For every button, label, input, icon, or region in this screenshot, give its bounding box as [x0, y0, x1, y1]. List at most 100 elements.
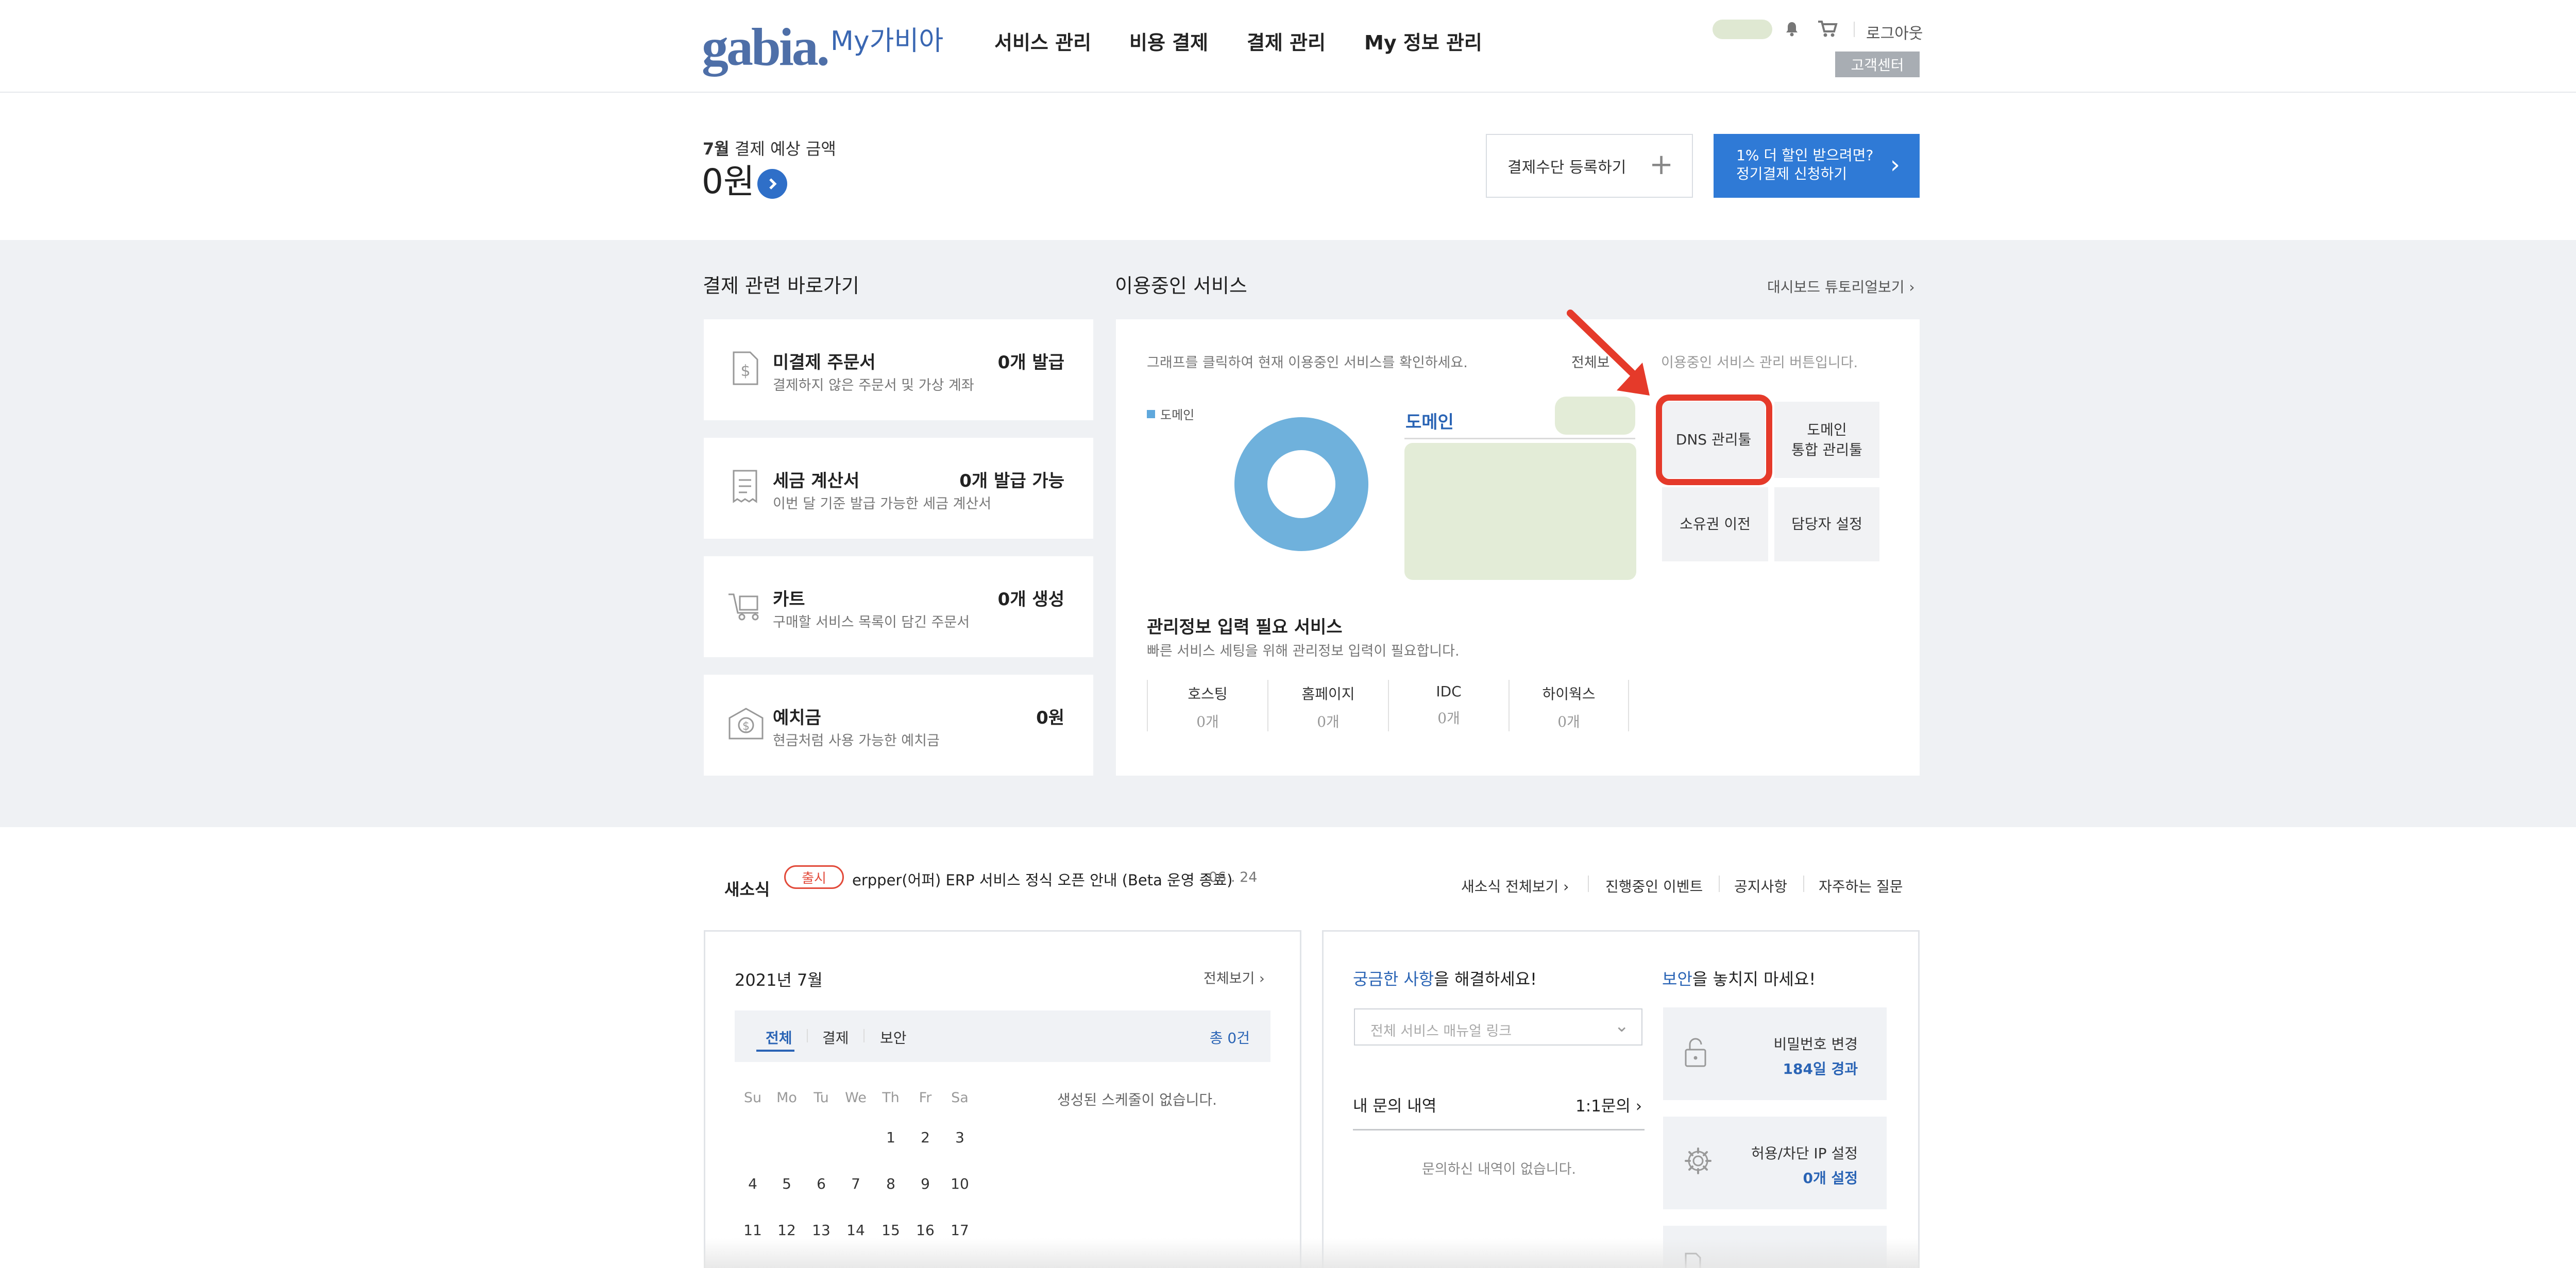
calendar-day[interactable]: 5 [770, 1175, 804, 1192]
calendar-day[interactable]: 12 [770, 1222, 804, 1239]
shortcut-desc: 현금처럼 사용 가능한 예치금 [773, 733, 940, 749]
chevron-right-icon: › [1635, 1097, 1642, 1116]
domain-integrated-management-button[interactable]: 도메인 통합 관리툴 [1774, 402, 1879, 478]
calendar-day[interactable]: 2 [908, 1129, 942, 1146]
calendar-day[interactable]: 14 [839, 1222, 873, 1239]
nav-my-info-management[interactable]: My 정보 관리 [1364, 33, 1482, 53]
payment-shortcuts-title: 결제 관련 바로가기 [703, 275, 859, 297]
tab-payment[interactable]: 결제 [822, 1027, 849, 1048]
shortcut-unpaid-orders[interactable]: $ 미결제 주문서 결제하지 않은 주문서 및 가상 계좌 0개 발급 [704, 319, 1093, 420]
calendar-day[interactable]: 6 [804, 1175, 838, 1192]
security-title: 보안을 놓치지 마세요! [1662, 966, 1816, 990]
calendar-day[interactable]: 8 [874, 1175, 908, 1192]
calendar-day[interactable]: 11 [736, 1222, 770, 1239]
shortcut-title: 세금 계산서 [773, 471, 860, 491]
faq-link[interactable]: 자주하는 질문 [1819, 876, 1903, 896]
nav-service-management[interactable]: 서비스 관리 [994, 33, 1091, 53]
manual-link-select[interactable]: 전체 서비스 매뉴얼 링크 ⌄ [1354, 1008, 1642, 1046]
password-change-card[interactable]: 비밀번호 변경 184일 경과 [1663, 1007, 1887, 1100]
services-donut-chart[interactable] [1233, 416, 1369, 554]
dashboard-tutorial-link[interactable]: 대시보드 튜토리얼보기 › [1767, 276, 1915, 297]
needs-input-hosting[interactable]: 호스팅 0개 [1147, 680, 1267, 731]
calendar-day[interactable]: 16 [908, 1222, 942, 1239]
shortcut-value: 0개 발급 가능 [959, 471, 1064, 491]
help-title-highlight: 궁금한 사항 [1353, 969, 1434, 989]
shortcut-desc: 결제하지 않은 주문서 및 가상 계좌 [773, 378, 974, 393]
divider [1588, 876, 1589, 892]
security-item-value: 184일 경과 [1783, 1060, 1858, 1077]
one-on-one-inquiry-link[interactable]: 1:1문의 › [1575, 1093, 1642, 1116]
service-count: 0개 [1437, 710, 1460, 727]
needs-input-homepage[interactable]: 홈페이지 0개 [1267, 680, 1388, 731]
logout-link[interactable]: 로그아웃 [1866, 21, 1923, 43]
service-name: 하이웍스 [1542, 686, 1596, 702]
gabia-logo[interactable]: gabia. [702, 21, 830, 74]
nav-payment-management[interactable]: 결제 관리 [1247, 33, 1326, 53]
needs-input-idc[interactable]: IDC 0개 [1388, 680, 1509, 731]
my-inquiries-title: 내 문의 내역 [1353, 1097, 1437, 1116]
notices-link[interactable]: 공지사항 [1734, 876, 1787, 896]
tab-security[interactable]: 보안 [880, 1027, 907, 1048]
promo-line-1: 1% 더 할인 받으려면? [1736, 147, 1874, 164]
customer-center-button[interactable]: 고객센터 [1835, 52, 1920, 77]
ip-setting-card[interactable]: 허용/차단 IP 설정 0개 설정 [1663, 1117, 1887, 1209]
needs-input-desc: 빠른 서비스 세팅을 위해 관리정보 입력이 필요합니다. [1147, 643, 1460, 659]
news-headline-link[interactable]: erpper(어퍼) ERP 서비스 정식 오픈 안내 (Beta 운영 종료) [852, 868, 1232, 890]
shortcut-cart[interactable]: 카트 구매할 서비스 목록이 담긴 주문서 0개 생성 [704, 556, 1093, 657]
tab-all[interactable]: 전체 [766, 1027, 792, 1048]
needs-input-hiworks[interactable]: 하이웍스 0개 [1509, 680, 1629, 731]
calendar-view-all-link[interactable]: 전체보기 › [1204, 967, 1265, 987]
calendar-day[interactable]: 7 [839, 1175, 873, 1192]
calendar-day[interactable]: 1 [874, 1129, 908, 1146]
no-inquiries-message: 문의하신 내역이 없습니다. [1422, 1161, 1576, 1177]
cart-icon[interactable] [1816, 18, 1839, 40]
donut-segment-domain[interactable] [1234, 417, 1368, 551]
shortcut-value: 0개 생성 [997, 589, 1064, 610]
user-name-pill[interactable] [1713, 20, 1772, 39]
amount-detail-button[interactable] [757, 169, 787, 199]
active-services-title: 이용중인 서비스 [1115, 275, 1247, 297]
domain-service-label[interactable]: 도메인 [1405, 408, 1454, 433]
service-name: IDC [1436, 683, 1462, 700]
service-count: 0개 [1317, 713, 1340, 730]
security-title-rest: 을 놓치지 마세요! [1692, 969, 1816, 989]
service-name: 호스팅 [1188, 686, 1228, 702]
svg-text:$: $ [742, 720, 750, 733]
domain-list-panel [1404, 443, 1636, 580]
my-gabia-title[interactable]: My가비아 [831, 28, 943, 55]
calendar-day[interactable]: 4 [736, 1175, 770, 1192]
calendar-day[interactable]: 17 [943, 1222, 977, 1239]
contact-settings-button[interactable]: 담당자 설정 [1774, 487, 1879, 561]
calendar-day[interactable]: 3 [943, 1129, 977, 1146]
weekday-label: Tu [814, 1090, 829, 1106]
gear-icon [1683, 1145, 1714, 1178]
recurring-payment-promo-button[interactable]: 1% 더 할인 받으려면? 정기결제 신청하기 › [1714, 134, 1920, 198]
ownership-transfer-button[interactable]: 소유권 이전 [1662, 487, 1768, 561]
no-schedule-message: 생성된 스케줄이 없습니다. [1057, 1091, 1217, 1108]
nav-cost-payment[interactable]: 비용 결제 [1129, 33, 1208, 53]
bell-icon[interactable] [1782, 19, 1802, 39]
service-count: 0개 [1196, 713, 1219, 730]
shortcut-value: 0개 발급 [997, 352, 1064, 373]
highlight-frame [1656, 395, 1772, 485]
all-news-link[interactable]: 새소식 전체보기 › [1461, 876, 1569, 896]
ongoing-events-link[interactable]: 진행중인 이벤트 [1605, 876, 1703, 896]
register-payment-method-button[interactable]: 결제수단 등록하기 + [1486, 134, 1693, 198]
link-label: 전체보기 [1204, 971, 1255, 987]
calendar-day[interactable]: 10 [943, 1175, 977, 1192]
donut-chart-svg[interactable] [1233, 416, 1369, 552]
active-tab-indicator [756, 1050, 794, 1052]
calendar-day[interactable]: 9 [908, 1175, 942, 1192]
divider [1854, 22, 1855, 37]
link-label: 1:1문의 [1575, 1097, 1631, 1116]
security-item-label: 허용/차단 IP 설정 [1751, 1145, 1858, 1162]
security-item-value: 0개 설정 [1803, 1170, 1858, 1187]
promo-line-2: 정기결제 신청하기 [1736, 165, 1847, 183]
shortcut-tax-invoice[interactable]: 세금 계산서 이번 달 기준 발급 가능한 세금 계산서 0개 발급 가능 [704, 438, 1093, 539]
bottom-fade [704, 1238, 1920, 1268]
shortcut-deposit[interactable]: $ 예치금 현금처럼 사용 가능한 예치금 0원 [704, 675, 1093, 776]
shortcut-desc: 이번 달 기준 발급 가능한 세금 계산서 [773, 496, 992, 512]
billing-amount: 0원 [702, 162, 755, 201]
calendar-day[interactable]: 13 [804, 1222, 838, 1239]
calendar-day[interactable]: 15 [874, 1222, 908, 1239]
